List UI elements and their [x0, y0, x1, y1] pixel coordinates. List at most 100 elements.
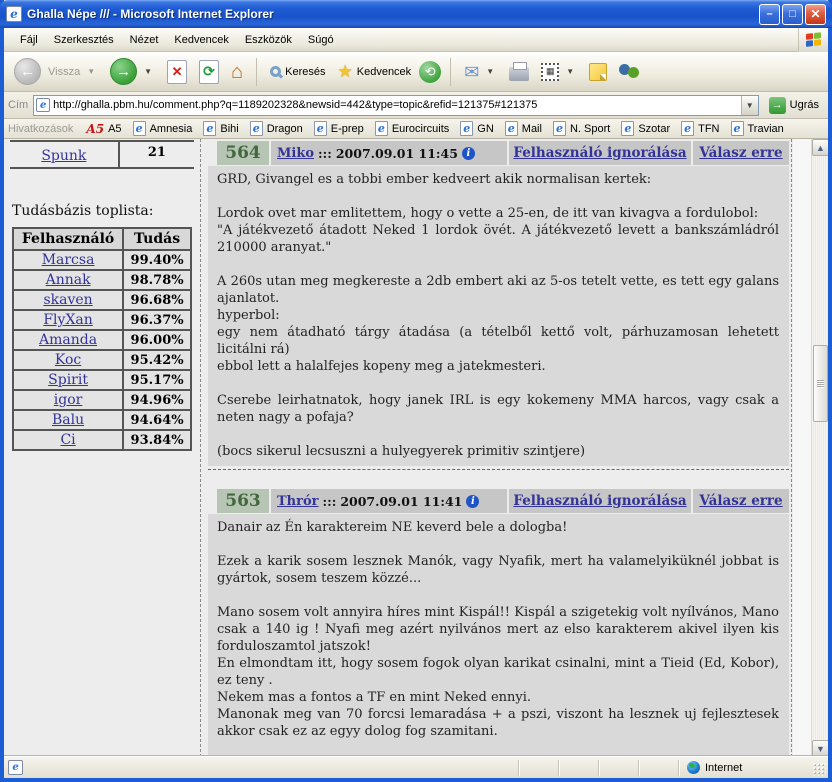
- user-link[interactable]: Annak: [46, 272, 91, 288]
- link-dragon[interactable]: eDragon: [250, 121, 303, 136]
- scroll-down-icon[interactable]: ▼: [812, 740, 828, 757]
- link-mail[interactable]: eMail: [505, 121, 542, 136]
- user-link[interactable]: Koc: [55, 352, 81, 368]
- score-value: 94.64%: [123, 410, 191, 430]
- link-szotar[interactable]: eSzotar: [621, 121, 670, 136]
- info-icon[interactable]: i: [462, 147, 475, 160]
- forum-thread: 564 Miko ::: 2007.09.01 11:45 i Felhaszn…: [208, 139, 792, 757]
- link-nsport[interactable]: eN. Sport: [553, 121, 610, 136]
- back-dropdown-icon[interactable]: ▼: [87, 67, 95, 76]
- favorites-button[interactable]: ★ Kedvencek: [334, 63, 416, 80]
- address-bar: Cím e ▼ → Ugrás: [4, 92, 828, 119]
- edit-dropdown-icon[interactable]: ▼: [566, 67, 574, 76]
- address-dropdown-icon[interactable]: ▼: [741, 96, 758, 115]
- author-link[interactable]: Miko: [277, 146, 314, 161]
- ie-favicon: e: [203, 121, 216, 136]
- table-row: Ci 93.84%: [13, 430, 191, 450]
- menu-edit[interactable]: Szerkesztés: [46, 30, 122, 50]
- discuss-note-icon: [589, 63, 607, 81]
- link-label: Eurocircuits: [392, 123, 449, 135]
- maximize-button[interactable]: □: [782, 4, 803, 25]
- link-tfn[interactable]: eTFN: [681, 121, 719, 136]
- score-value: 96.37%: [123, 310, 191, 330]
- post-separator: :::: [318, 146, 332, 161]
- score-value: 93.84%: [123, 430, 191, 450]
- post-number: 564: [217, 141, 269, 165]
- ignore-user-cell: Felhasználó ignorálása: [509, 141, 691, 165]
- search-label: Keresés: [285, 66, 325, 78]
- link-gn[interactable]: eGN: [460, 121, 494, 136]
- link-eprep[interactable]: eE-prep: [314, 121, 364, 136]
- standard-toolbar: ← Vissza ▼ → ▼ ✕ ⟳ ⌂ Keresés ★ Kedvencek…: [4, 52, 828, 92]
- refresh-button[interactable]: ⟳: [199, 60, 219, 84]
- user-link[interactable]: FlyXan: [43, 312, 92, 328]
- menu-view[interactable]: Nézet: [122, 30, 167, 50]
- address-input[interactable]: [53, 97, 740, 114]
- stop-button[interactable]: ✕: [167, 60, 187, 84]
- user-link[interactable]: igor: [54, 392, 83, 408]
- link-a5[interactable]: A5 A5: [86, 122, 121, 136]
- ie-favicon: e: [133, 121, 146, 136]
- vertical-scrollbar[interactable]: ▲ ▼: [811, 139, 828, 757]
- resize-grip[interactable]: [813, 763, 826, 776]
- print-button[interactable]: [505, 63, 533, 81]
- scrollbar-thumb[interactable]: [813, 345, 828, 422]
- user-link[interactable]: Spirit: [48, 372, 88, 388]
- link-amnesia[interactable]: eAmnesia: [133, 121, 193, 136]
- mail-dropdown-icon[interactable]: ▼: [486, 67, 494, 76]
- ignore-user-link[interactable]: Felhasználó ignorálása: [513, 493, 686, 509]
- user-link[interactable]: Balu: [52, 412, 84, 428]
- menu-favorites[interactable]: Kedvencek: [166, 30, 236, 50]
- author-link[interactable]: Thrór: [277, 494, 319, 509]
- back-button[interactable]: ← Vissza ▼: [10, 58, 102, 85]
- score-value: 94.96%: [123, 390, 191, 410]
- status-pane: [558, 760, 598, 776]
- info-icon[interactable]: i: [466, 495, 479, 508]
- table-row: Spirit95.17%: [13, 370, 191, 390]
- internet-globe-icon: [687, 761, 700, 774]
- ignore-user-cell: Felhasználó ignorálása: [509, 489, 691, 513]
- post-datetime: 2007.09.01 11:41: [340, 494, 462, 509]
- close-button[interactable]: ✕: [805, 4, 826, 25]
- edit-icon: ▦: [541, 63, 559, 81]
- user-link[interactable]: Amanda: [39, 332, 97, 348]
- status-pane: [518, 760, 558, 776]
- ignore-user-link[interactable]: Felhasználó ignorálása: [513, 145, 686, 161]
- go-button[interactable]: → Ugrás: [764, 95, 824, 116]
- discuss-button[interactable]: [585, 63, 611, 81]
- post-body-563: Danair az Én karaktereim NE keverd bele …: [208, 514, 789, 757]
- table-row: FlyXan 96.37%: [13, 310, 191, 330]
- user-link[interactable]: skaven: [43, 292, 92, 308]
- scroll-up-icon[interactable]: ▲: [812, 139, 828, 156]
- toplist-header-user: Felhasználó: [13, 228, 123, 250]
- minimize-button[interactable]: –: [759, 4, 780, 25]
- post-author-cell: Miko ::: 2007.09.01 11:45 i: [271, 141, 507, 165]
- link-eurocircuits[interactable]: eEurocircuits: [375, 121, 449, 136]
- go-label: Ugrás: [790, 99, 819, 111]
- reply-link[interactable]: Válasz erre: [699, 493, 782, 509]
- reply-cell: Válasz erre: [693, 141, 789, 165]
- link-bihi[interactable]: eBihi: [203, 121, 238, 136]
- user-link[interactable]: Ci: [60, 432, 75, 448]
- mail-button[interactable]: ✉ ▼: [460, 63, 501, 81]
- toplist-title: Tudásbázis toplista:: [12, 203, 200, 219]
- user-link-spunk[interactable]: Spunk: [41, 148, 86, 164]
- table-row: Balu 94.64%: [13, 410, 191, 430]
- home-button[interactable]: ⌂: [231, 62, 243, 82]
- post-author-cell: Thrór ::: 2007.09.01 11:41 i: [271, 489, 507, 513]
- user-link[interactable]: Marcsa: [42, 252, 95, 268]
- search-button[interactable]: Keresés: [266, 66, 329, 78]
- menu-help[interactable]: Súgó: [300, 30, 342, 50]
- menu-file[interactable]: Fájl: [12, 30, 46, 50]
- spunk-value: 21: [120, 142, 194, 167]
- forward-dropdown-icon[interactable]: ▼: [144, 67, 152, 76]
- menu-bar: Fájl Szerkesztés Nézet Kedvencek Eszközö…: [4, 28, 828, 52]
- history-button[interactable]: ⟲: [419, 61, 441, 83]
- edit-button[interactable]: ▦ ▼: [537, 63, 581, 81]
- link-travian[interactable]: eTravian: [731, 121, 784, 136]
- reply-link[interactable]: Válasz erre: [699, 145, 782, 161]
- link-label: Szotar: [638, 123, 670, 135]
- forward-button[interactable]: → ▼: [106, 58, 159, 85]
- menu-tools[interactable]: Eszközök: [237, 30, 300, 50]
- messenger-button[interactable]: [615, 62, 647, 82]
